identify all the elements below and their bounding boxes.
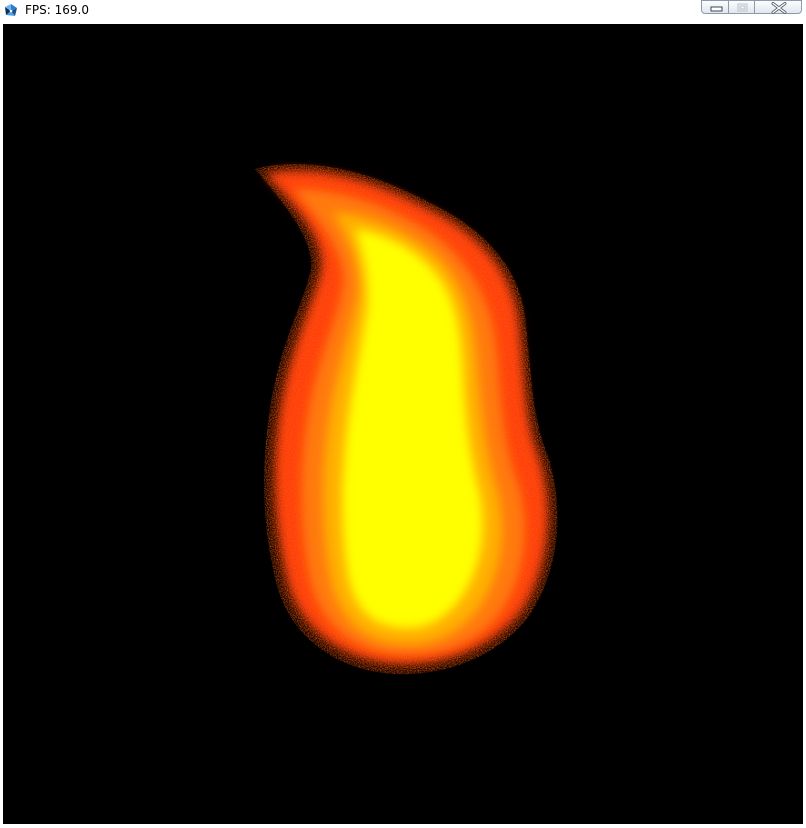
- caption-buttons: [701, 0, 803, 15]
- window-frame-left: [0, 24, 3, 828]
- app-window: FPS: 169.0: [0, 0, 806, 828]
- flame-particles: [3, 24, 803, 824]
- window-title: FPS: 169.0: [25, 3, 89, 17]
- window-frame-bottom: [0, 824, 806, 828]
- render-viewport[interactable]: [3, 24, 803, 824]
- minimize-button[interactable]: [701, 0, 729, 14]
- pinwheel-app-icon[interactable]: [3, 3, 19, 19]
- maximize-button[interactable]: [728, 0, 755, 14]
- close-button[interactable]: [754, 0, 802, 14]
- title-bar[interactable]: FPS: 169.0: [0, 0, 806, 24]
